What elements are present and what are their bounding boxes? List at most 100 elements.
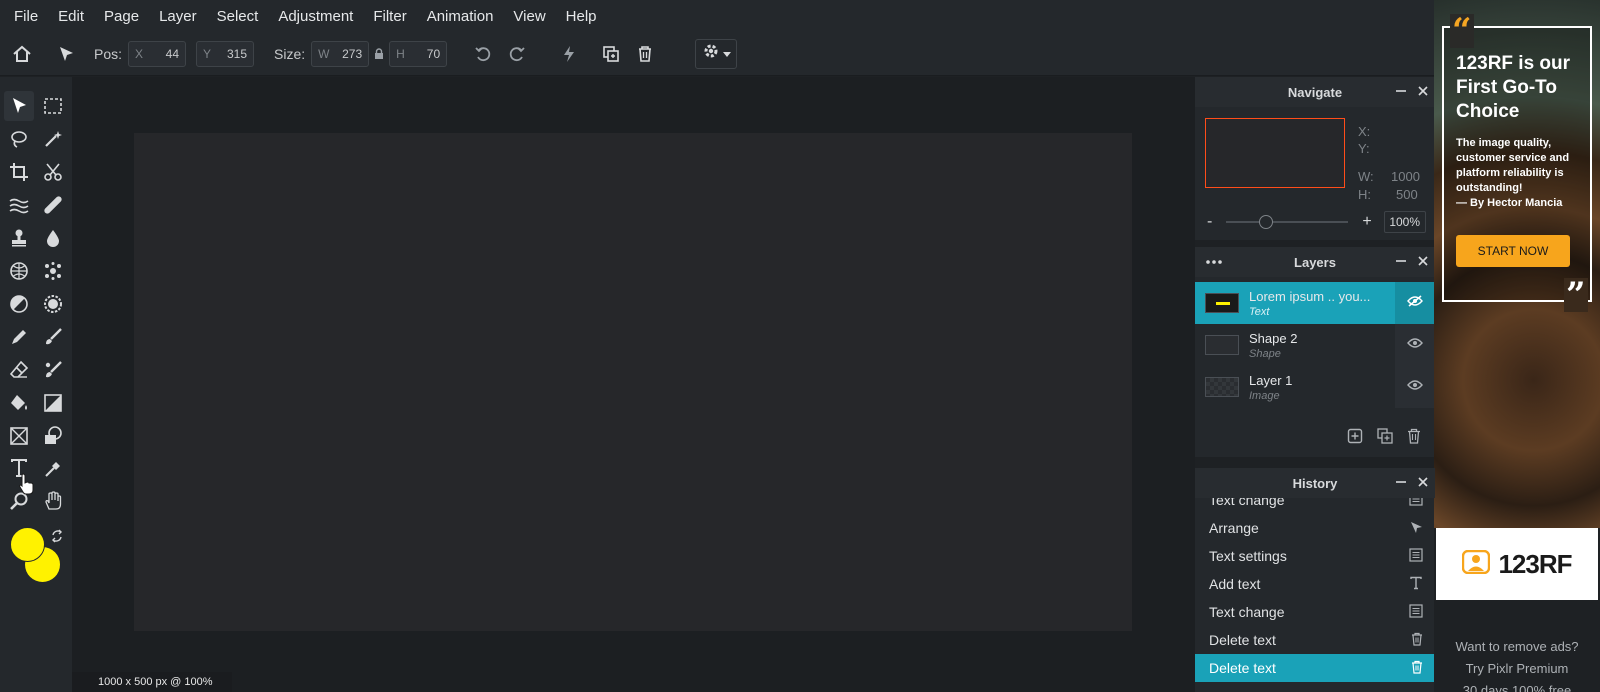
history-label: Text settings — [1209, 548, 1287, 564]
visibility-toggle[interactable] — [1395, 324, 1435, 366]
zoom-slider[interactable] — [1226, 215, 1349, 229]
menu-view[interactable]: View — [513, 8, 545, 25]
size-w-field[interactable]: W 273 — [311, 40, 370, 67]
more-options-icon[interactable] — [1205, 255, 1223, 272]
menu-filter[interactable]: Filter — [373, 8, 406, 25]
zoom-percent-field[interactable]: 100% — [1383, 211, 1426, 233]
shape-tool[interactable] — [38, 421, 68, 451]
menu-animation[interactable]: Animation — [427, 8, 494, 25]
zoom-out-button[interactable]: - — [1207, 213, 1212, 231]
history-panel-header: History — [1195, 468, 1435, 498]
liquify-tool[interactable] — [4, 190, 34, 220]
menu-bar: File Edit Page Layer Select Adjustment F… — [0, 0, 1434, 32]
redo-icon[interactable] — [505, 42, 529, 66]
ad-brand-logo[interactable]: 123RF — [1436, 528, 1598, 600]
lock-icon[interactable] — [371, 42, 387, 66]
visibility-toggle[interactable] — [1395, 366, 1435, 408]
quick-action-icon[interactable] — [557, 42, 581, 66]
layer-thumbnail-text-mark — [1216, 302, 1230, 305]
fill-tool[interactable] — [4, 388, 34, 418]
blur-tool[interactable] — [38, 223, 68, 253]
menu-adjustment[interactable]: Adjustment — [278, 8, 353, 25]
workspace — [72, 77, 1195, 692]
delete-layer-icon[interactable] — [1407, 428, 1421, 449]
remove-ads-line-2: Try Pixlr Premium — [1465, 661, 1569, 676]
close-icon[interactable] — [1417, 254, 1429, 271]
minimize-icon[interactable] — [1395, 84, 1407, 101]
sharpen-tool[interactable] — [38, 289, 68, 319]
visibility-toggle[interactable] — [1395, 282, 1435, 324]
zoom-in-button[interactable]: + — [1362, 213, 1371, 231]
history-item[interactable]: Add text — [1195, 570, 1435, 598]
close-icon[interactable] — [1417, 84, 1429, 101]
duplicate-icon[interactable] — [599, 42, 623, 66]
undo-icon[interactable] — [471, 42, 495, 66]
close-icon[interactable] — [1417, 475, 1429, 492]
history-label: Arrange — [1209, 520, 1259, 536]
move-tool[interactable] — [4, 91, 34, 121]
pos-x-field[interactable]: X 44 — [128, 40, 187, 67]
layer-item[interactable]: Lorem ipsum .. you... Text — [1195, 282, 1435, 324]
clone-stamp-tool[interactable] — [4, 223, 34, 253]
smudge-tool[interactable] — [38, 256, 68, 286]
history-item[interactable]: Delete text — [1195, 626, 1435, 654]
frame-tool[interactable] — [4, 421, 34, 451]
image-canvas[interactable] — [134, 133, 1132, 631]
pos-y-value: 315 — [226, 46, 248, 61]
layer-item[interactable]: Shape 2 Shape — [1195, 324, 1435, 366]
sponge-tool[interactable] — [4, 256, 34, 286]
size-w-value: 273 — [342, 46, 363, 61]
history-item[interactable]: Text settings — [1195, 542, 1435, 570]
home-icon[interactable] — [10, 42, 34, 66]
add-layer-icon[interactable] — [1347, 428, 1363, 449]
swap-colors-icon[interactable] — [50, 529, 64, 548]
chevron-down-icon — [722, 45, 731, 63]
size-h-field[interactable]: H 70 — [389, 40, 448, 67]
dodge-tool[interactable] — [4, 289, 34, 319]
menu-page[interactable]: Page — [104, 8, 139, 25]
menu-select[interactable]: Select — [217, 8, 259, 25]
layers-title: Layers — [1294, 254, 1336, 270]
eraser-tool[interactable] — [4, 355, 34, 385]
history-title: History — [1292, 475, 1338, 491]
ad-testimonial: The image quality, customer service and … — [1456, 137, 1570, 194]
eyedropper-tool[interactable] — [38, 454, 68, 484]
gradient-tool[interactable] — [38, 388, 68, 418]
crop-tool[interactable] — [4, 157, 34, 187]
arrange-icon[interactable] — [54, 42, 78, 66]
primary-color-swatch[interactable] — [10, 527, 45, 562]
delete-icon[interactable] — [633, 42, 657, 66]
magic-wand-tool[interactable] — [38, 124, 68, 154]
menu-help[interactable]: Help — [566, 8, 597, 25]
duplicate-layer-icon[interactable] — [1377, 428, 1393, 449]
pos-y-field[interactable]: Y 315 — [196, 40, 255, 67]
history-item[interactable]: Arrange — [1195, 514, 1435, 542]
status-bar: 1000 x 500 px @ 100% — [72, 672, 232, 692]
zoom-slider-knob[interactable] — [1258, 215, 1273, 229]
layer-thumbnail — [1205, 293, 1239, 313]
ad-start-now-button[interactable]: START NOW — [1456, 235, 1570, 267]
history-item[interactable]: Text change — [1195, 598, 1435, 626]
lasso-tool[interactable] — [4, 124, 34, 154]
settings-dropdown[interactable] — [695, 38, 738, 69]
size-h-label: H — [396, 46, 405, 61]
navigator-preview[interactable] — [1205, 118, 1345, 188]
layer-item[interactable]: Layer 1 Image — [1195, 366, 1435, 408]
brush-tool[interactable] — [38, 322, 68, 352]
hand-tool[interactable] — [38, 486, 68, 516]
size-h-value: 70 — [426, 46, 441, 61]
minimize-icon[interactable] — [1395, 254, 1407, 271]
menu-file[interactable]: File — [14, 8, 38, 25]
nav-h-label: H: — [1358, 187, 1371, 202]
menu-layer[interactable]: Layer — [159, 8, 197, 25]
minimize-icon[interactable] — [1395, 475, 1407, 492]
pen-tool[interactable] — [4, 322, 34, 352]
history-item-current[interactable]: Delete text — [1195, 654, 1435, 682]
remove-ads-promo[interactable]: Want to remove ads? Try Pixlr Premium 30… — [1434, 636, 1600, 692]
document-icon — [1409, 547, 1423, 565]
marquee-tool[interactable] — [38, 91, 68, 121]
color-replace-tool[interactable] — [38, 355, 68, 385]
menu-edit[interactable]: Edit — [58, 8, 84, 25]
heal-tool[interactable] — [38, 190, 68, 220]
cut-tool[interactable] — [38, 157, 68, 187]
